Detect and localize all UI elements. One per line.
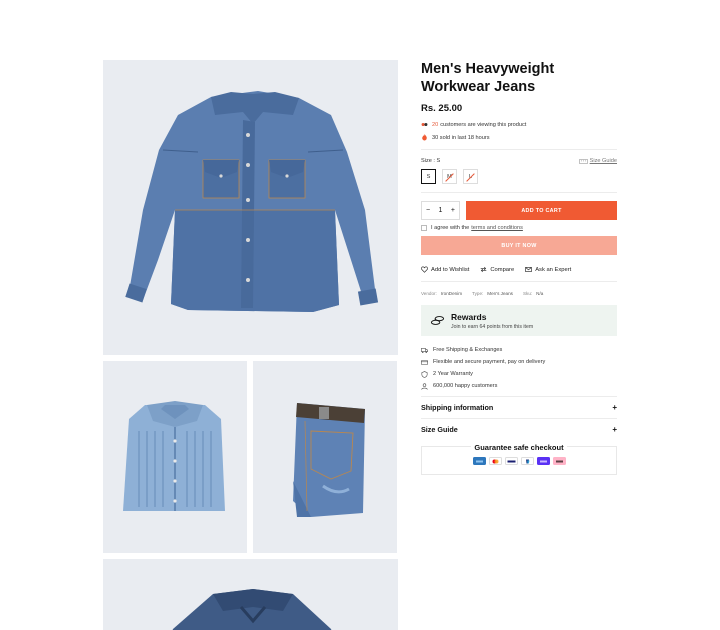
guarantee-safe-checkout: Guarantee safe checkout <box>421 443 617 475</box>
vendor-value[interactable]: IronDenim <box>441 291 462 296</box>
product-image-shirt[interactable] <box>103 361 247 553</box>
terms-agreement: I agree with the terms and conditions <box>421 225 617 231</box>
product-price: Rs. 25.00 <box>421 103 463 114</box>
vendor-fact: Vendor: IronDenim <box>421 291 462 296</box>
folded-jeans-image <box>293 403 365 517</box>
perk-text: Free Shipping & Exchanges <box>433 347 503 353</box>
rewards-banner[interactable]: Rewards Join to earn 64 points from this… <box>421 305 617 336</box>
jacket-collar-image <box>172 589 332 630</box>
sold-text: 30 sold in last 18 hours <box>432 134 490 141</box>
payment-icons <box>422 457 616 465</box>
product-facts: Vendor: IronDenim Type: Men's Jeans Sku: N/… <box>421 291 617 296</box>
accordion-shipping-information[interactable]: Shipping information + <box>421 396 617 418</box>
product-info: Men's Heavyweight Workwear Jeans Rs. 25.… <box>421 60 617 475</box>
compare-icon <box>481 266 487 273</box>
rewards-subtitle: Join to earn 64 points from this item <box>451 323 534 330</box>
viewers-indicator: 20 customers are viewing this product <box>421 121 617 128</box>
add-to-wishlist-button[interactable]: Add to Wishlist <box>421 266 469 273</box>
people-icon <box>421 382 428 390</box>
sold-indicator: 30 sold in last 18 hours <box>421 134 617 141</box>
terms-link[interactable]: terms and conditions <box>471 225 523 231</box>
product-image-main-jacket[interactable] <box>103 60 398 355</box>
product-title: Men's Heavyweight Workwear Jeans <box>421 61 555 95</box>
guarantee-title: Guarantee safe checkout <box>471 443 567 452</box>
type-fact: Type: Men's Jeans <box>472 291 513 296</box>
guarantee-title-wrap: Guarantee safe checkout <box>422 443 616 452</box>
fire-icon <box>422 134 427 141</box>
heart-icon <box>421 266 428 273</box>
qty-input[interactable]: 1 <box>439 207 443 214</box>
divider <box>421 149 617 150</box>
accordion-title: Size Guide <box>421 425 458 434</box>
size-option-s[interactable]: S <box>421 169 436 184</box>
amex-icon <box>472 457 486 465</box>
truck-icon <box>421 347 428 353</box>
accordion-title: Shipping information <box>421 403 494 412</box>
qty-decrease-button[interactable]: − <box>426 207 430 214</box>
cart-row: − 1 + ADD TO CART <box>421 201 617 220</box>
perk-text: Flexible and secure payment, pay on deli… <box>433 359 546 365</box>
viewers-count: 20 <box>432 121 439 128</box>
compare-button[interactable]: Compare <box>480 266 514 273</box>
sku-fact: Sku: N/a <box>523 291 543 296</box>
size-guide-label: Size Guide <box>589 158 617 164</box>
perk-text: 2 Year Warranty <box>433 371 473 377</box>
plus-icon: + <box>612 425 617 434</box>
eye-icon <box>421 122 428 127</box>
rewards-title: Rewards <box>451 311 487 322</box>
product-image-jeans[interactable] <box>253 361 397 553</box>
product-image-jacket-detail[interactable] <box>103 559 398 630</box>
perk-text: 600,000 happy customers <box>433 383 498 389</box>
mail-icon <box>525 267 532 272</box>
coins-icon <box>430 316 445 325</box>
accordion-size-guide[interactable]: Size Guide + <box>421 418 617 440</box>
denim-jacket-image <box>125 91 379 312</box>
add-to-cart-button[interactable]: ADD TO CART <box>466 201 617 220</box>
terms-checkbox[interactable] <box>421 225 427 231</box>
ruler-icon <box>578 158 588 164</box>
divider <box>421 281 617 282</box>
klarna-icon <box>552 457 566 465</box>
quantity-stepper: − 1 + <box>421 201 460 220</box>
paypal-icon <box>520 457 534 465</box>
ask-expert-button[interactable]: Ask an Expert <box>525 266 571 273</box>
expert-label: Ask an Expert <box>535 266 572 273</box>
type-key: Type: <box>472 291 484 296</box>
rewards-text: Rewards Join to earn 64 points from this… <box>451 312 533 330</box>
perk-item: Free Shipping & Exchanges <box>421 344 617 356</box>
size-guide-link[interactable]: Size Guide <box>578 158 617 164</box>
size-row: Size : S Size Guide <box>421 158 617 164</box>
vendor-key: Vendor: <box>421 291 437 296</box>
perks-list: Free Shipping & Exchanges Flexible and s… <box>421 344 617 392</box>
size-options: S M L <box>421 169 617 184</box>
sku-value: N/a <box>536 291 544 296</box>
compare-label: Compare <box>490 266 515 273</box>
card-icon <box>421 359 428 365</box>
qty-increase-button[interactable]: + <box>451 207 455 214</box>
viewers-text: customers are viewing this product <box>440 121 527 128</box>
folded-shirt-image <box>123 401 225 511</box>
perk-item: 600,000 happy customers <box>421 380 617 392</box>
agree-text: I agree with the <box>431 225 470 231</box>
size-option-l[interactable]: L <box>463 169 478 184</box>
visa-icon <box>504 457 518 465</box>
type-value[interactable]: Men's Jeans <box>487 291 513 296</box>
size-option-m[interactable]: M <box>442 169 457 184</box>
accordion: Shipping information + Size Guide + <box>421 396 617 440</box>
sku-key: Sku: <box>522 291 533 296</box>
buy-now-button[interactable]: BUY IT NOW <box>421 236 617 255</box>
shield-icon <box>421 370 428 378</box>
size-label: Size : S <box>421 158 441 164</box>
mastercard-icon <box>488 457 502 465</box>
perk-item: Flexible and secure payment, pay on deli… <box>421 356 617 368</box>
divider <box>421 192 617 193</box>
wishlist-label: Add to Wishlist <box>431 266 470 273</box>
gpay-icon <box>536 457 550 465</box>
product-actions: Add to Wishlist Compare Ask an Expert <box>421 266 617 273</box>
plus-icon: + <box>612 403 617 412</box>
perk-item: 2 Year Warranty <box>421 368 617 380</box>
